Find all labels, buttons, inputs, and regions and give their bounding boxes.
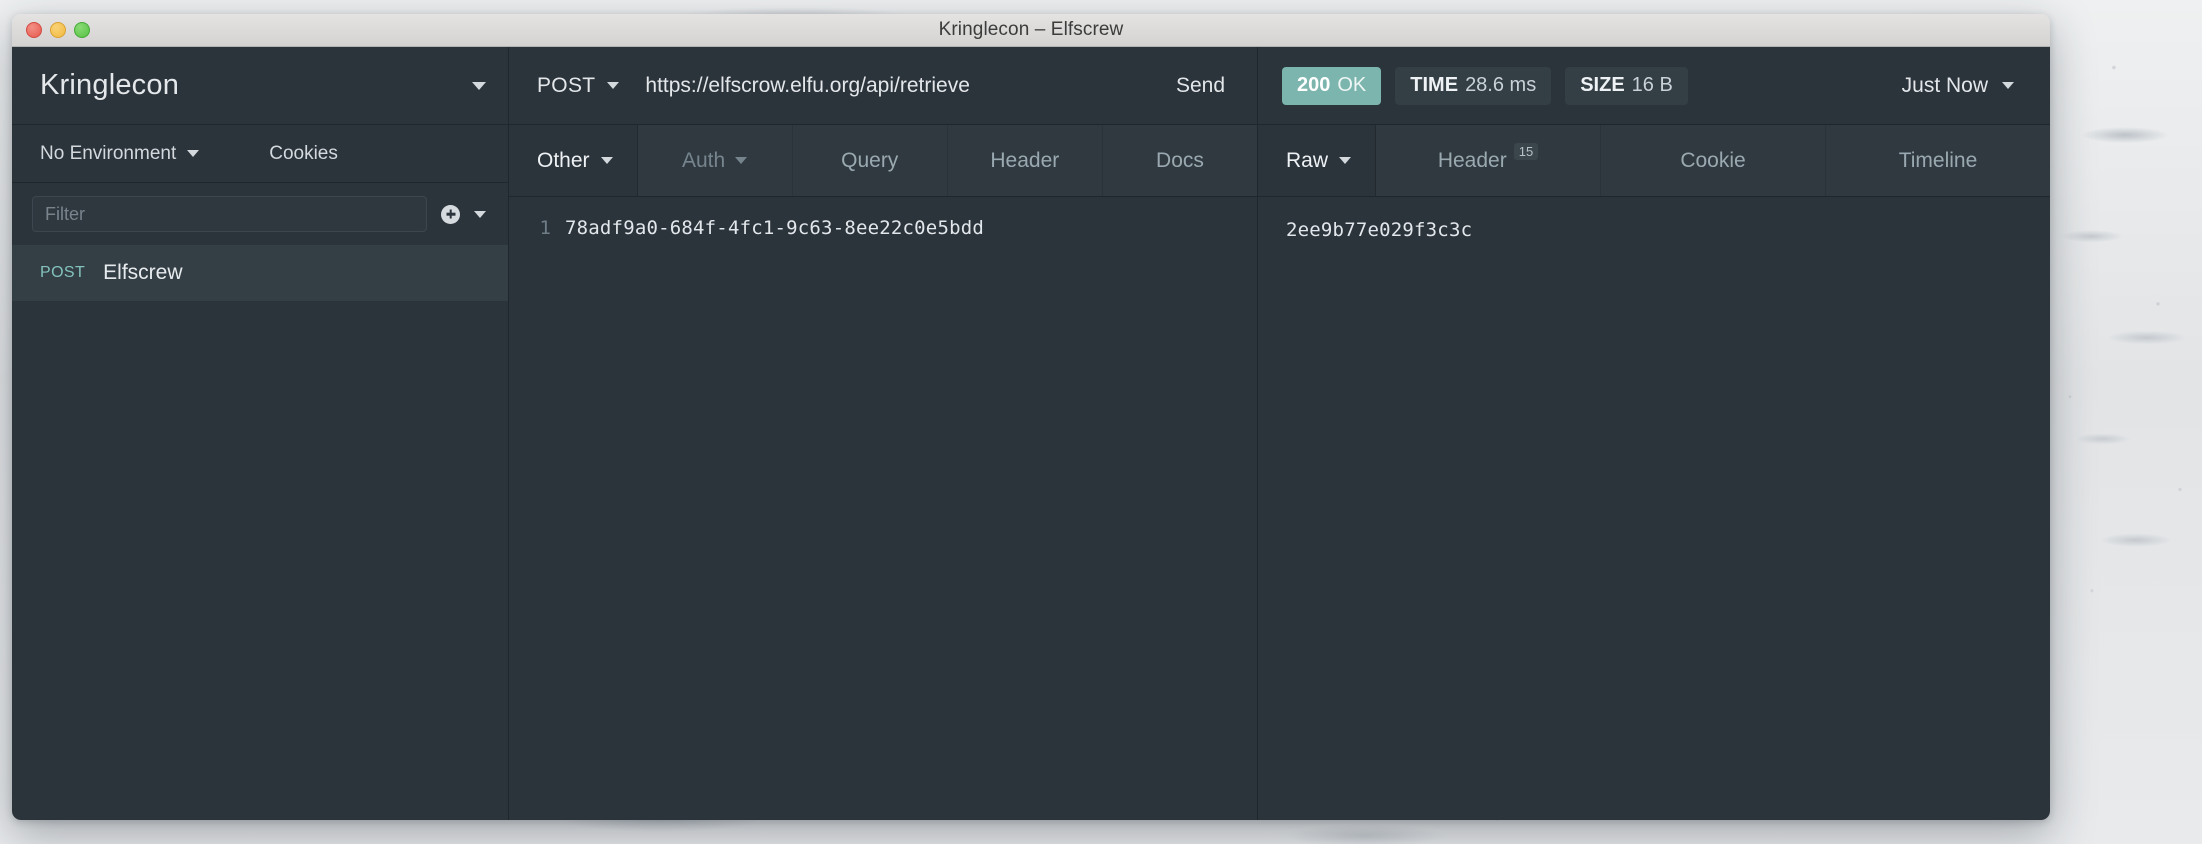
tab-auth-label: Auth [681,148,726,172]
response-tabstrip: Raw Header 15 Cookie Timeline [1258,125,2050,197]
tab-query-label: Query [841,148,899,172]
window-controls [26,22,90,38]
minimize-button[interactable] [50,22,66,38]
response-pane: 200 OK TIME 28.6 ms SIZE 16 B Just Now R… [1258,47,2050,820]
request-pane: POST https://elfscrow.elfu.org/api/retri… [509,47,1258,820]
tab-docs[interactable]: Docs [1103,125,1257,196]
request-body-text: 78adf9a0-684f-4fc1-9c63-8ee22c0e5bdd [565,217,985,239]
response-history-dropdown[interactable]: Just Now [1902,74,2026,98]
cookies-button[interactable]: Cookies [269,143,338,165]
request-list: POST Elfscrew [12,245,508,820]
size-badge: SIZE 16 B [1565,66,1688,105]
tab-query[interactable]: Query [793,125,948,196]
zoom-button[interactable] [74,22,90,38]
code-line: 1 78adf9a0-684f-4fc1-9c63-8ee22c0e5bdd [509,213,1257,243]
chevron-down-icon[interactable] [474,210,486,218]
application-window: Kringlecon – Elfscrew Kringlecon No Envi… [12,14,2050,820]
chevron-down-icon[interactable] [2002,82,2014,89]
tab-header-label: Header [990,148,1060,172]
response-body-text[interactable]: 2ee9b77e029f3c3c [1258,197,2050,820]
chevron-down-icon[interactable] [472,81,486,90]
window-title: Kringlecon – Elfscrew [938,19,1124,40]
request-body-editor[interactable]: 1 78adf9a0-684f-4fc1-9c63-8ee22c0e5bdd [509,197,1257,820]
sidebar: Kringlecon No Environment Cookies POST E… [12,47,509,820]
tab-response-header-label: Header [1437,148,1507,172]
tab-body-type[interactable]: Other [509,125,637,196]
tab-response-view-mode-label: Raw [1286,148,1329,172]
request-tabstrip: Other Auth Query Header Docs [509,125,1257,197]
tab-response-cookie[interactable]: Cookie [1601,125,1827,196]
request-name: Elfscrew [103,261,183,284]
size-value: 16 B [1631,74,1673,96]
line-number: 1 [539,217,551,239]
filter-bar [12,183,508,245]
close-button[interactable] [26,22,42,38]
environment-name[interactable]: No Environment [40,143,176,165]
tab-response-timeline-label: Timeline [1898,148,1978,172]
status-badge: 200 OK [1282,66,1382,105]
request-method-badge: POST [40,264,86,281]
tab-auth[interactable]: Auth [638,125,793,196]
response-status-bar: 200 OK TIME 28.6 ms SIZE 16 B Just Now [1258,47,2050,125]
environment-bar: No Environment Cookies [12,125,508,183]
tab-header[interactable]: Header [948,125,1103,196]
tab-response-view-mode[interactable]: Raw [1258,125,1375,196]
app-body: Kringlecon No Environment Cookies POST E… [12,47,2050,820]
chevron-down-icon[interactable] [1339,157,1352,164]
chevron-down-icon[interactable] [607,82,620,89]
url-bar: POST https://elfscrow.elfu.org/api/retri… [509,47,1257,125]
time-value: 28.6 ms [1465,74,1537,96]
request-tabs: Auth Query Header Docs [636,125,1257,196]
filter-input[interactable] [32,196,427,232]
time-label: TIME [1410,74,1459,96]
tab-body-type-label: Other [537,148,590,172]
add-request-icon[interactable] [441,204,460,224]
status-text: OK [1337,74,1367,96]
chevron-down-icon[interactable] [735,157,748,164]
chevron-down-icon[interactable] [600,157,613,164]
response-history-label: Just Now [1901,73,1988,97]
tab-docs-label: Docs [1156,148,1204,172]
workspace-name: Kringlecon [40,69,180,101]
status-code: 200 [1297,74,1331,96]
workspace-selector[interactable]: Kringlecon [12,47,508,125]
request-list-item-elfscrew[interactable]: POST Elfscrew [12,245,508,301]
tab-response-header[interactable]: Header 15 [1376,125,1602,196]
window-titlebar[interactable]: Kringlecon – Elfscrew [12,14,2050,47]
header-count-badge: 15 [1513,143,1539,160]
tab-response-cookie-label: Cookie [1680,148,1746,172]
url-input[interactable]: https://elfscrow.elfu.org/api/retrieve [645,74,1160,98]
time-badge: TIME 28.6 ms [1395,66,1552,105]
chevron-down-icon[interactable] [187,150,200,157]
send-button[interactable]: Send [1160,74,1257,98]
response-tabs: Header 15 Cookie Timeline [1375,125,2050,196]
http-method-dropdown-label[interactable]: POST [537,74,595,98]
size-label: SIZE [1580,74,1625,96]
tab-response-timeline[interactable]: Timeline [1826,125,2050,196]
